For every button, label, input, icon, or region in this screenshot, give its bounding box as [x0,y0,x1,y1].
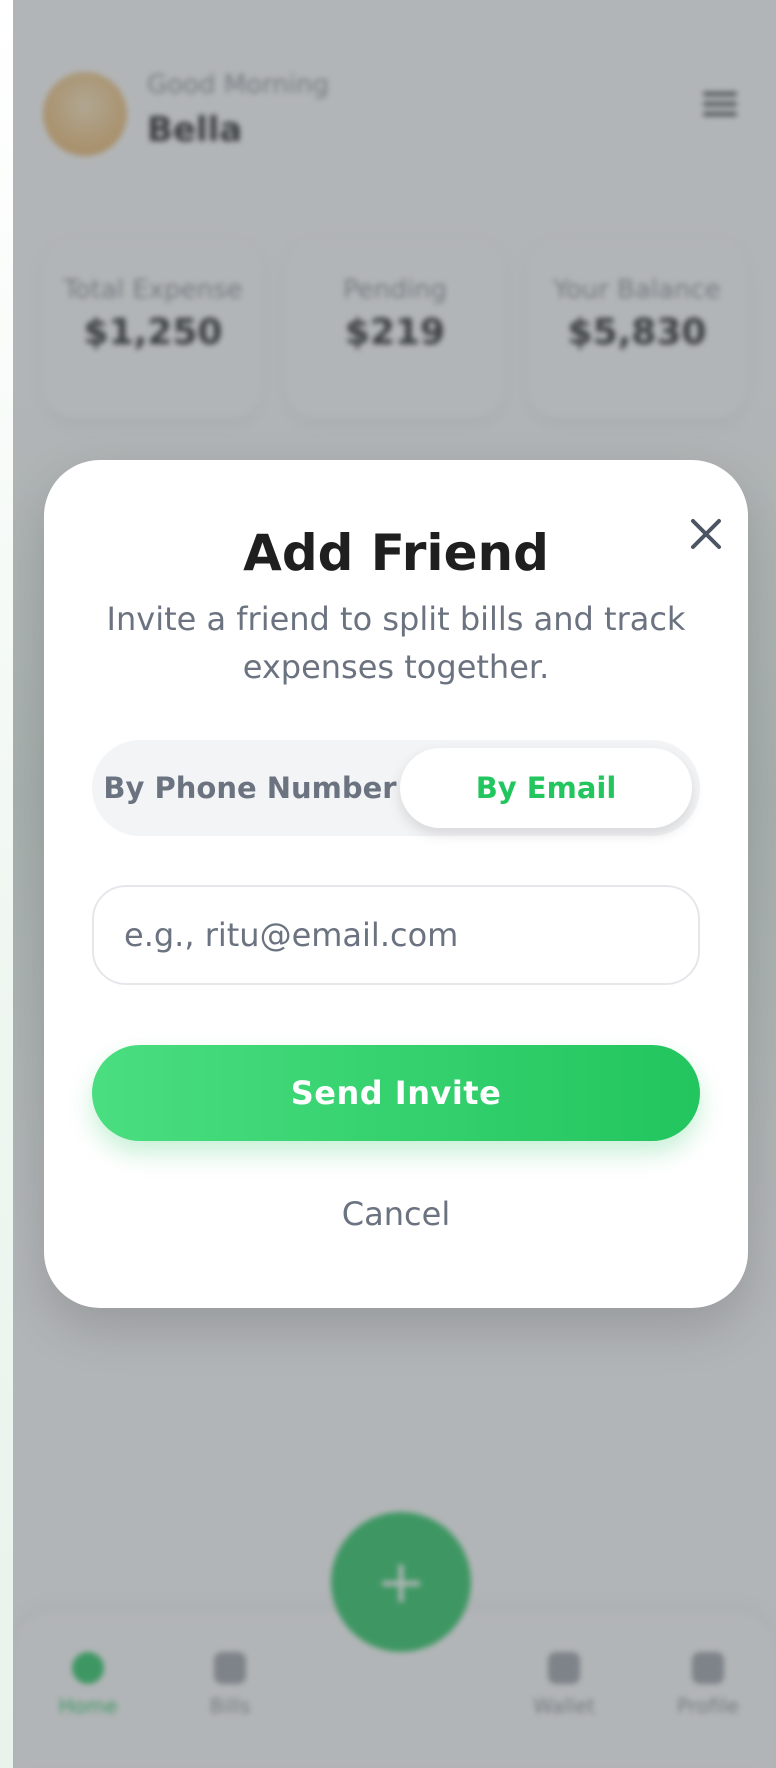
tab-by-phone[interactable]: By Phone Number [100,748,400,828]
email-input[interactable] [92,885,700,985]
cancel-button[interactable]: Cancel [296,1184,496,1244]
tab-by-email[interactable]: By Email [400,748,692,828]
send-invite-button[interactable]: Send Invite [92,1045,700,1141]
invite-method-toggle: By Phone Number By Email [92,740,700,836]
app-screen: Good Morning Bella Total Expense $1,250 … [13,0,776,1768]
add-friend-modal: Add Friend Invite a friend to split bill… [44,460,748,1308]
modal-title: Add Friend [243,524,549,582]
left-edge-strip [0,0,13,1768]
modal-subtitle: Invite a friend to split bills and track… [106,600,686,686]
